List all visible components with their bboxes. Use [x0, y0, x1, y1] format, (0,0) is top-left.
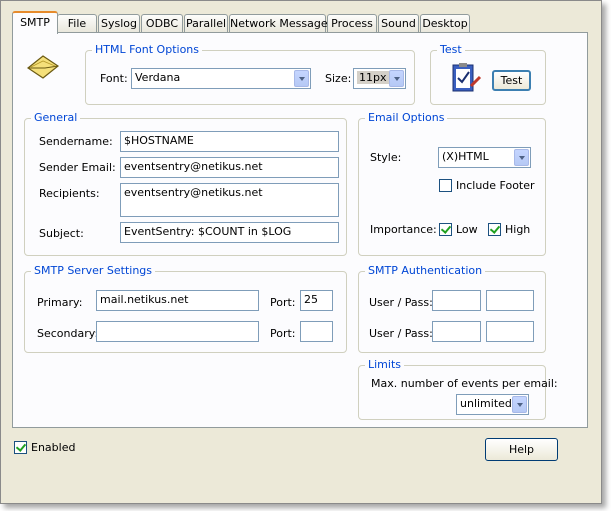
tab-parallel[interactable]: Parallel — [184, 14, 228, 32]
auth-pass-input-2[interactable] — [486, 321, 534, 342]
user-pass-label-2: User / Pass: — [369, 327, 433, 340]
secondary-label: Secondary: — [37, 327, 99, 340]
limits-title: Limits — [365, 358, 404, 372]
tab-sound[interactable]: Sound — [378, 14, 419, 32]
html-font-options-title: HTML Font Options — [92, 43, 202, 57]
tab-syslog[interactable]: Syslog — [98, 14, 140, 32]
enabled-checkbox[interactable] — [14, 441, 27, 454]
test-group-title: Test — [437, 43, 465, 57]
sender-email-input[interactable]: eventsentry@netikus.net — [120, 157, 339, 178]
email-options-title: Email Options — [365, 111, 448, 125]
font-select[interactable]: Verdana — [131, 68, 311, 89]
importance-high-label: High — [505, 223, 531, 236]
importance-low-checkbox[interactable] — [439, 223, 452, 236]
tab-smtp[interactable]: SMTP — [12, 11, 58, 34]
max-events-label: Max. number of events per email: — [371, 377, 558, 390]
primary-port-input[interactable]: 25 — [300, 290, 333, 311]
primary-port-label: Port: — [270, 296, 296, 309]
smtp-authentication-title: SMTP Authentication — [365, 264, 486, 278]
importance-label: Importance: — [370, 223, 437, 236]
tab-network-message[interactable]: Network Message — [229, 14, 328, 32]
test-button[interactable]: Test — [492, 70, 531, 91]
enabled-label: Enabled — [31, 441, 76, 454]
general-title: General — [31, 111, 81, 125]
max-events-select[interactable]: unlimited — [456, 394, 529, 415]
size-select[interactable]: 11px — [353, 68, 406, 89]
user-pass-label-1: User / Pass: — [369, 296, 433, 309]
tab-process[interactable]: Process — [327, 14, 377, 32]
auth-pass-input-1[interactable] — [486, 290, 534, 311]
font-label: Font: — [100, 72, 128, 85]
size-select-value: 11px — [357, 71, 389, 84]
auth-user-input-1[interactable] — [432, 290, 481, 311]
subject-input[interactable]: EventSentry: $COUNT in $LOG — [120, 222, 339, 243]
clipboard-check-icon — [452, 63, 482, 92]
sendername-label: Sendername: — [39, 135, 113, 148]
style-select[interactable]: (X)HTML — [438, 147, 531, 168]
secondary-server-input[interactable] — [96, 321, 259, 342]
sender-email-label: Sender Email: — [39, 161, 116, 174]
chevron-down-icon[interactable] — [512, 396, 527, 413]
tab-odbc[interactable]: ODBC — [141, 14, 183, 32]
smtp-server-title: SMTP Server Settings — [31, 264, 156, 278]
tab-desktop[interactable]: Desktop — [420, 14, 470, 32]
importance-high-checkbox[interactable] — [488, 223, 501, 236]
chevron-down-icon[interactable] — [389, 70, 404, 87]
secondary-port-label: Port: — [270, 327, 296, 340]
max-events-select-value: unlimited — [460, 397, 512, 410]
subject-label: Subject: — [39, 227, 84, 240]
primary-label: Primary: — [37, 296, 83, 309]
primary-server-input[interactable]: mail.netikus.net — [96, 290, 259, 311]
recipients-label: Recipients: — [39, 187, 100, 200]
recipients-input[interactable]: eventsentry@netikus.net — [120, 183, 339, 217]
style-label: Style: — [370, 151, 402, 164]
importance-low-label: Low — [456, 223, 478, 236]
secondary-port-input[interactable] — [300, 321, 333, 342]
auth-user-input-2[interactable] — [432, 321, 481, 342]
chevron-down-icon[interactable] — [514, 149, 529, 166]
style-select-value: (X)HTML — [442, 150, 489, 163]
size-label: Size: — [325, 72, 352, 85]
tab-file[interactable]: File — [57, 14, 97, 32]
envelope-icon — [26, 55, 60, 79]
font-select-value: Verdana — [135, 71, 181, 84]
help-button[interactable]: Help — [485, 438, 558, 461]
chevron-down-icon[interactable] — [294, 70, 309, 87]
include-footer-checkbox[interactable] — [439, 179, 452, 192]
dialog-window: SMTP File Syslog ODBC Parallel Network M… — [0, 0, 602, 504]
include-footer-label: Include Footer — [456, 179, 535, 192]
sendername-input[interactable]: $HOSTNAME — [120, 131, 339, 152]
